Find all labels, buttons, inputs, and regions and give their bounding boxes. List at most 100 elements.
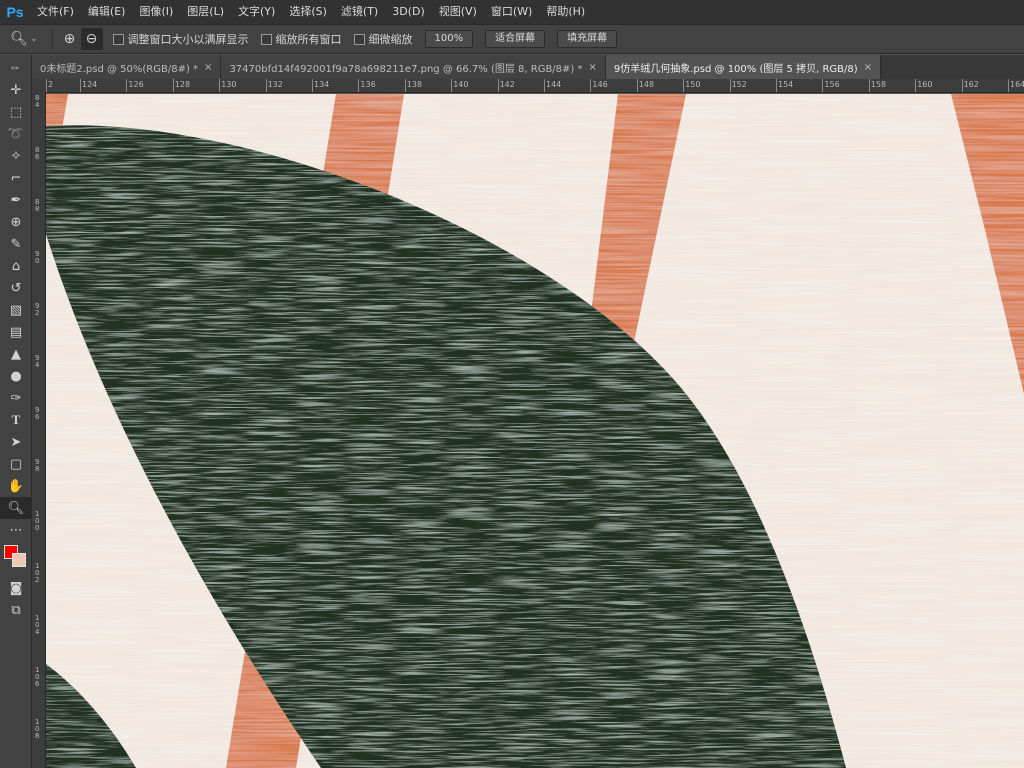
document-tabs: 0未标题2.psd @ 50%(RGB/8#) * × 37470bfd14f4…	[32, 55, 1024, 79]
quick-mask-icon[interactable]: ◙	[0, 577, 32, 599]
ruler-tick	[404, 79, 406, 92]
scrubby-zoom-checkbox[interactable]: 细微缩放	[353, 31, 413, 47]
ruler-tick-label: 94	[35, 354, 40, 369]
dodge-tool-icon[interactable]: ●	[0, 365, 32, 387]
tab-document-1[interactable]: 0未标题2.psd @ 50%(RGB/8#) * ×	[32, 55, 222, 79]
marquee-tool-icon[interactable]: ⬚	[0, 101, 32, 123]
eraser-tool-icon[interactable]: ▧	[0, 299, 32, 321]
zoom-out-icon[interactable]: ⊖	[80, 28, 103, 50]
move-tool-icon[interactable]: ✛	[0, 79, 32, 101]
zoom-all-windows-label: 缩放所有窗口	[275, 33, 342, 46]
ruler-tick-label: 158	[870, 80, 887, 89]
ruler-tick-label: 136	[360, 80, 376, 89]
ruler-tick	[636, 79, 638, 92]
scrubby-zoom-label: 细微缩放	[368, 33, 413, 46]
checkbox-box[interactable]	[353, 33, 365, 45]
ruler-tick-label: 160	[917, 80, 933, 89]
menu-window[interactable]: 窗口(W)	[484, 0, 539, 24]
ruler-tick-label: 92	[35, 302, 40, 317]
divider	[51, 29, 53, 49]
close-icon[interactable]: ×	[864, 62, 872, 73]
lasso-tool-icon[interactable]: ➰	[0, 123, 32, 145]
type-tool-icon[interactable]: T	[0, 409, 32, 431]
ruler-tick	[544, 79, 545, 92]
ruler-tick-label: 144	[546, 80, 562, 89]
ruler-tick	[46, 79, 47, 92]
ruler-tick-label: 134	[314, 80, 330, 89]
menu-type[interactable]: 文字(Y)	[231, 0, 282, 24]
resize-windows-checkbox[interactable]: 调整窗口大小以满屏显示	[112, 31, 249, 47]
blur-tool-icon[interactable]: ▲	[0, 343, 32, 365]
brush-tool-icon[interactable]: ✎	[0, 233, 32, 255]
ruler-tick-label: 100	[35, 510, 40, 532]
fill-screen-button[interactable]: 填充屏幕	[557, 30, 618, 48]
ruler-tick	[1008, 79, 1009, 92]
zoom-all-windows-checkbox[interactable]: 缩放所有窗口	[260, 31, 342, 47]
zoom-in-icon[interactable]: ⊕	[59, 28, 81, 50]
crop-tool-icon[interactable]: ⌐	[0, 167, 32, 189]
ruler-tick-label: 128	[174, 80, 191, 89]
ruler-tick-label: 84	[35, 94, 40, 109]
color-swatches	[0, 541, 32, 577]
menu-file[interactable]: 文件(F)	[30, 0, 81, 24]
path-selection-tool-icon[interactable]: ➤	[0, 431, 32, 453]
menu-filter[interactable]: 滤镜(T)	[334, 0, 385, 24]
zoom-tool-icon[interactable]: 🔍︎	[0, 497, 32, 519]
chevron-down-icon[interactable]: ⌄	[30, 34, 38, 44]
panel-grip-icon[interactable]: ▸▸	[0, 55, 31, 79]
tab-document-2[interactable]: 37470bfd14f492001f9a78a698211e7.png @ 66…	[221, 55, 606, 79]
magic-wand-tool-icon[interactable]: ✧	[0, 145, 32, 167]
ruler-tick	[172, 79, 174, 92]
horizontal-ruler[interactable]: 2 124 126 128 130 132 134 136 138 140 142 144 146 148…	[46, 79, 1024, 93]
ruler-tick-label: 146	[592, 80, 608, 89]
fit-screen-button[interactable]: 适合屏幕	[485, 30, 546, 48]
document-canvas[interactable]	[46, 94, 1024, 768]
healing-brush-tool-icon[interactable]: ⊕	[0, 211, 32, 233]
clone-stamp-tool-icon[interactable]: ⌂	[0, 255, 32, 277]
ruler-tick-label: 88	[35, 198, 40, 213]
ruler-tick-label: 90	[35, 250, 40, 265]
ruler-origin[interactable]	[32, 79, 46, 93]
pen-tool-icon[interactable]: ✑	[0, 387, 32, 409]
vertical-ruler[interactable]: 84868890929496981001021041061082	[32, 93, 46, 768]
ruler-tick	[451, 79, 453, 92]
menu-layer[interactable]: 图层(L)	[180, 0, 231, 24]
ruler-tick	[961, 79, 963, 92]
ruler-tick	[219, 79, 221, 92]
eyedropper-tool-icon[interactable]: ✒	[0, 189, 32, 211]
menu-edit[interactable]: 编辑(E)	[81, 0, 133, 24]
menu-image[interactable]: 图像(I)	[132, 0, 180, 24]
ruler-tick-label: 148	[638, 80, 655, 89]
tab-document-3[interactable]: 9仿羊绒几何抽象.psd @ 100% (图层 5 拷贝, RGB/8) ×	[605, 55, 882, 79]
menu-bar: Ps 文件(F) 编辑(E) 图像(I) 图层(L) 文字(Y) 选择(S) 滤…	[0, 0, 1024, 24]
artwork	[46, 94, 1024, 768]
hand-tool-icon[interactable]: ✋	[0, 475, 32, 497]
checkbox-box[interactable]	[112, 33, 124, 45]
ruler-tick	[497, 79, 499, 92]
tab-label: 37470bfd14f492001f9a78a698211e7.png @ 66…	[229, 63, 583, 75]
gradient-tool-icon[interactable]: ▤	[0, 321, 32, 343]
ruler-tick-label: 164	[1010, 80, 1024, 89]
ruler-tick-label: 130	[221, 80, 237, 89]
zoom-100-button[interactable]: 100%	[424, 30, 474, 48]
close-icon[interactable]: ×	[204, 62, 212, 73]
ruler-tick-label: 132	[267, 80, 283, 89]
menu-3d[interactable]: 3D(D)	[385, 0, 432, 24]
tab-label: 0未标题2.psd @ 50%(RGB/8#) *	[40, 63, 199, 75]
ruler-tick	[358, 79, 360, 92]
close-icon[interactable]: ×	[589, 62, 597, 73]
more-tools-icon[interactable]: ⋯	[0, 519, 32, 541]
ruler-tick-label: 98	[35, 458, 40, 473]
checkbox-box[interactable]	[260, 33, 272, 45]
rectangle-tool-icon[interactable]: ▢	[0, 453, 32, 475]
background-color-swatch[interactable]	[12, 553, 26, 567]
history-brush-tool-icon[interactable]: ↺	[0, 277, 32, 299]
menu-help[interactable]: 帮助(H)	[539, 0, 592, 24]
ruler-tick	[265, 79, 267, 92]
resize-windows-label: 调整窗口大小以满屏显示	[127, 33, 249, 46]
menu-select[interactable]: 选择(S)	[282, 0, 334, 24]
zoom-tool-preset-icon[interactable]: 🔍︎	[8, 28, 30, 50]
menu-view[interactable]: 视图(V)	[432, 0, 484, 24]
screen-mode-icon[interactable]: ⧉	[0, 599, 32, 621]
ruler-tick-label: 142	[499, 80, 515, 89]
